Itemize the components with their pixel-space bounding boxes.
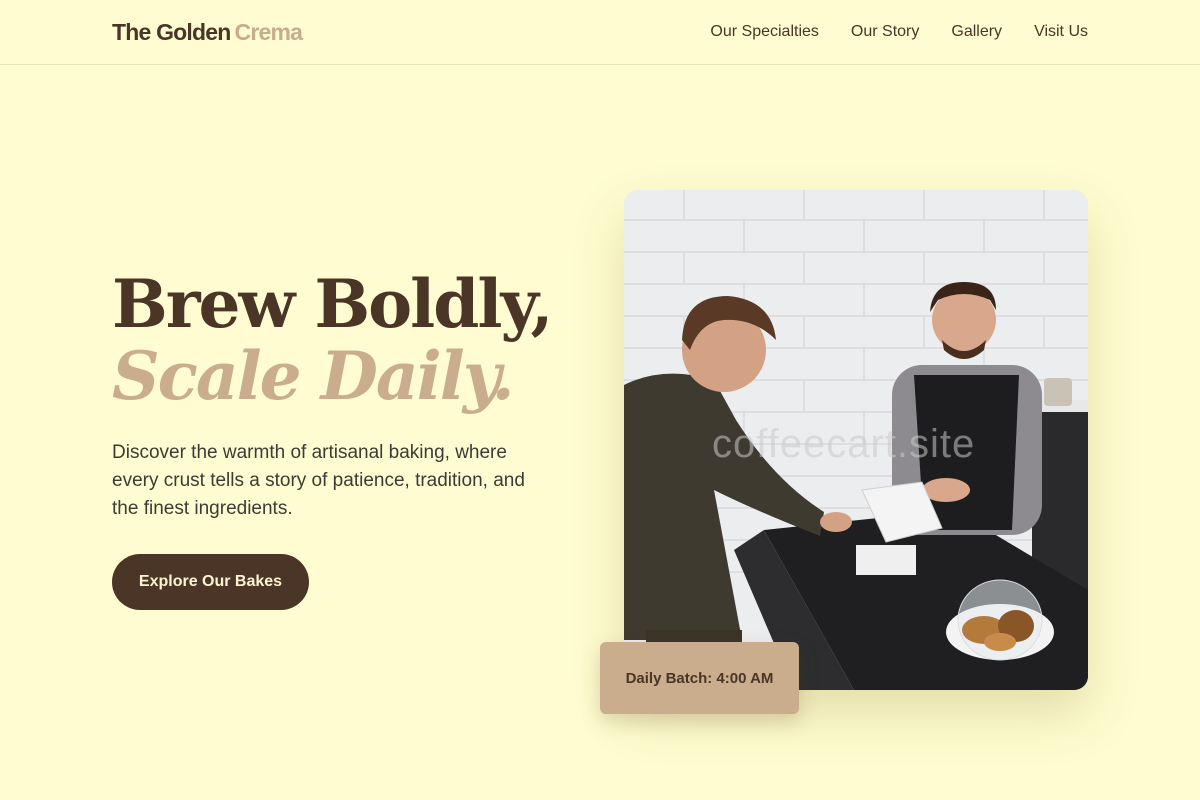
nav-link-specialties[interactable]: Our Specialties: [710, 23, 819, 41]
hero-headline-line1: Brew Boldly,: [112, 265, 553, 343]
logo-text-accent: Crema: [234, 19, 303, 45]
nav-link-visit-us[interactable]: Visit Us: [1034, 23, 1088, 41]
nav-link-gallery[interactable]: Gallery: [951, 23, 1002, 41]
hero-headline-line2: Scale Daily.: [112, 337, 515, 415]
hero-photo: coffeecart.site: [624, 190, 1088, 690]
hero-headline: Brew Boldly, Scale Daily.: [112, 265, 553, 415]
logo-text-primary: The Golden: [112, 19, 231, 45]
nav-link-our-story[interactable]: Our Story: [851, 23, 919, 41]
explore-bakes-button[interactable]: Explore Our Bakes: [112, 554, 309, 610]
main-nav: Our Specialties Our Story Gallery Visit …: [710, 23, 1088, 41]
site-logo[interactable]: The Golden Crema: [112, 19, 303, 46]
hero-description: Discover the warmth of artisanal baking,…: [112, 442, 525, 519]
watermark-text: coffeecart.site: [712, 422, 976, 466]
site-header: The Golden Crema Our Specialties Our Stor…: [0, 0, 1200, 65]
daily-batch-badge: Daily Batch: 4:00 AM: [600, 642, 799, 714]
